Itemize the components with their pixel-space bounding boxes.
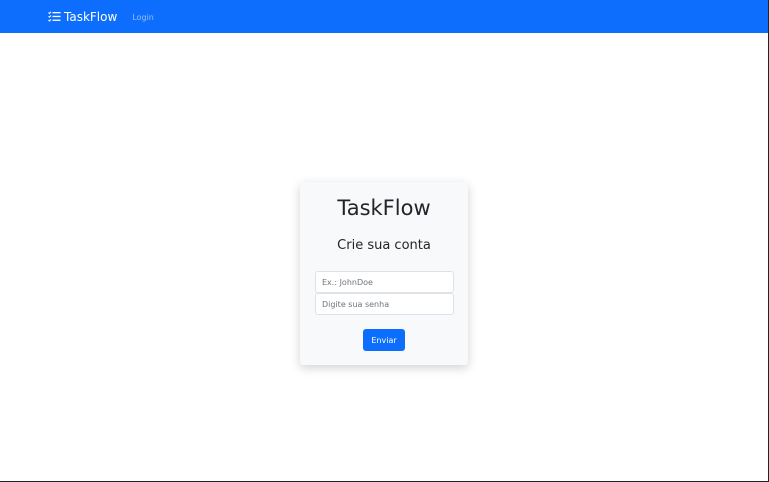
app-window: TaskFlow Login TaskFlow Crie sua conta E…: [0, 0, 769, 482]
signup-card: TaskFlow Crie sua conta Enviar: [300, 182, 468, 365]
list-check-icon: [48, 11, 61, 22]
top-navbar: TaskFlow Login: [0, 0, 768, 33]
submit-button[interactable]: Enviar: [363, 329, 405, 351]
username-input[interactable]: [315, 271, 454, 293]
card-title: TaskFlow: [337, 196, 431, 220]
password-input[interactable]: [315, 293, 454, 315]
nav-link-login[interactable]: Login: [132, 13, 154, 22]
brand-label: TaskFlow: [64, 9, 118, 24]
brand-link[interactable]: TaskFlow: [48, 10, 117, 24]
card-subtitle: Crie sua conta: [337, 238, 431, 253]
